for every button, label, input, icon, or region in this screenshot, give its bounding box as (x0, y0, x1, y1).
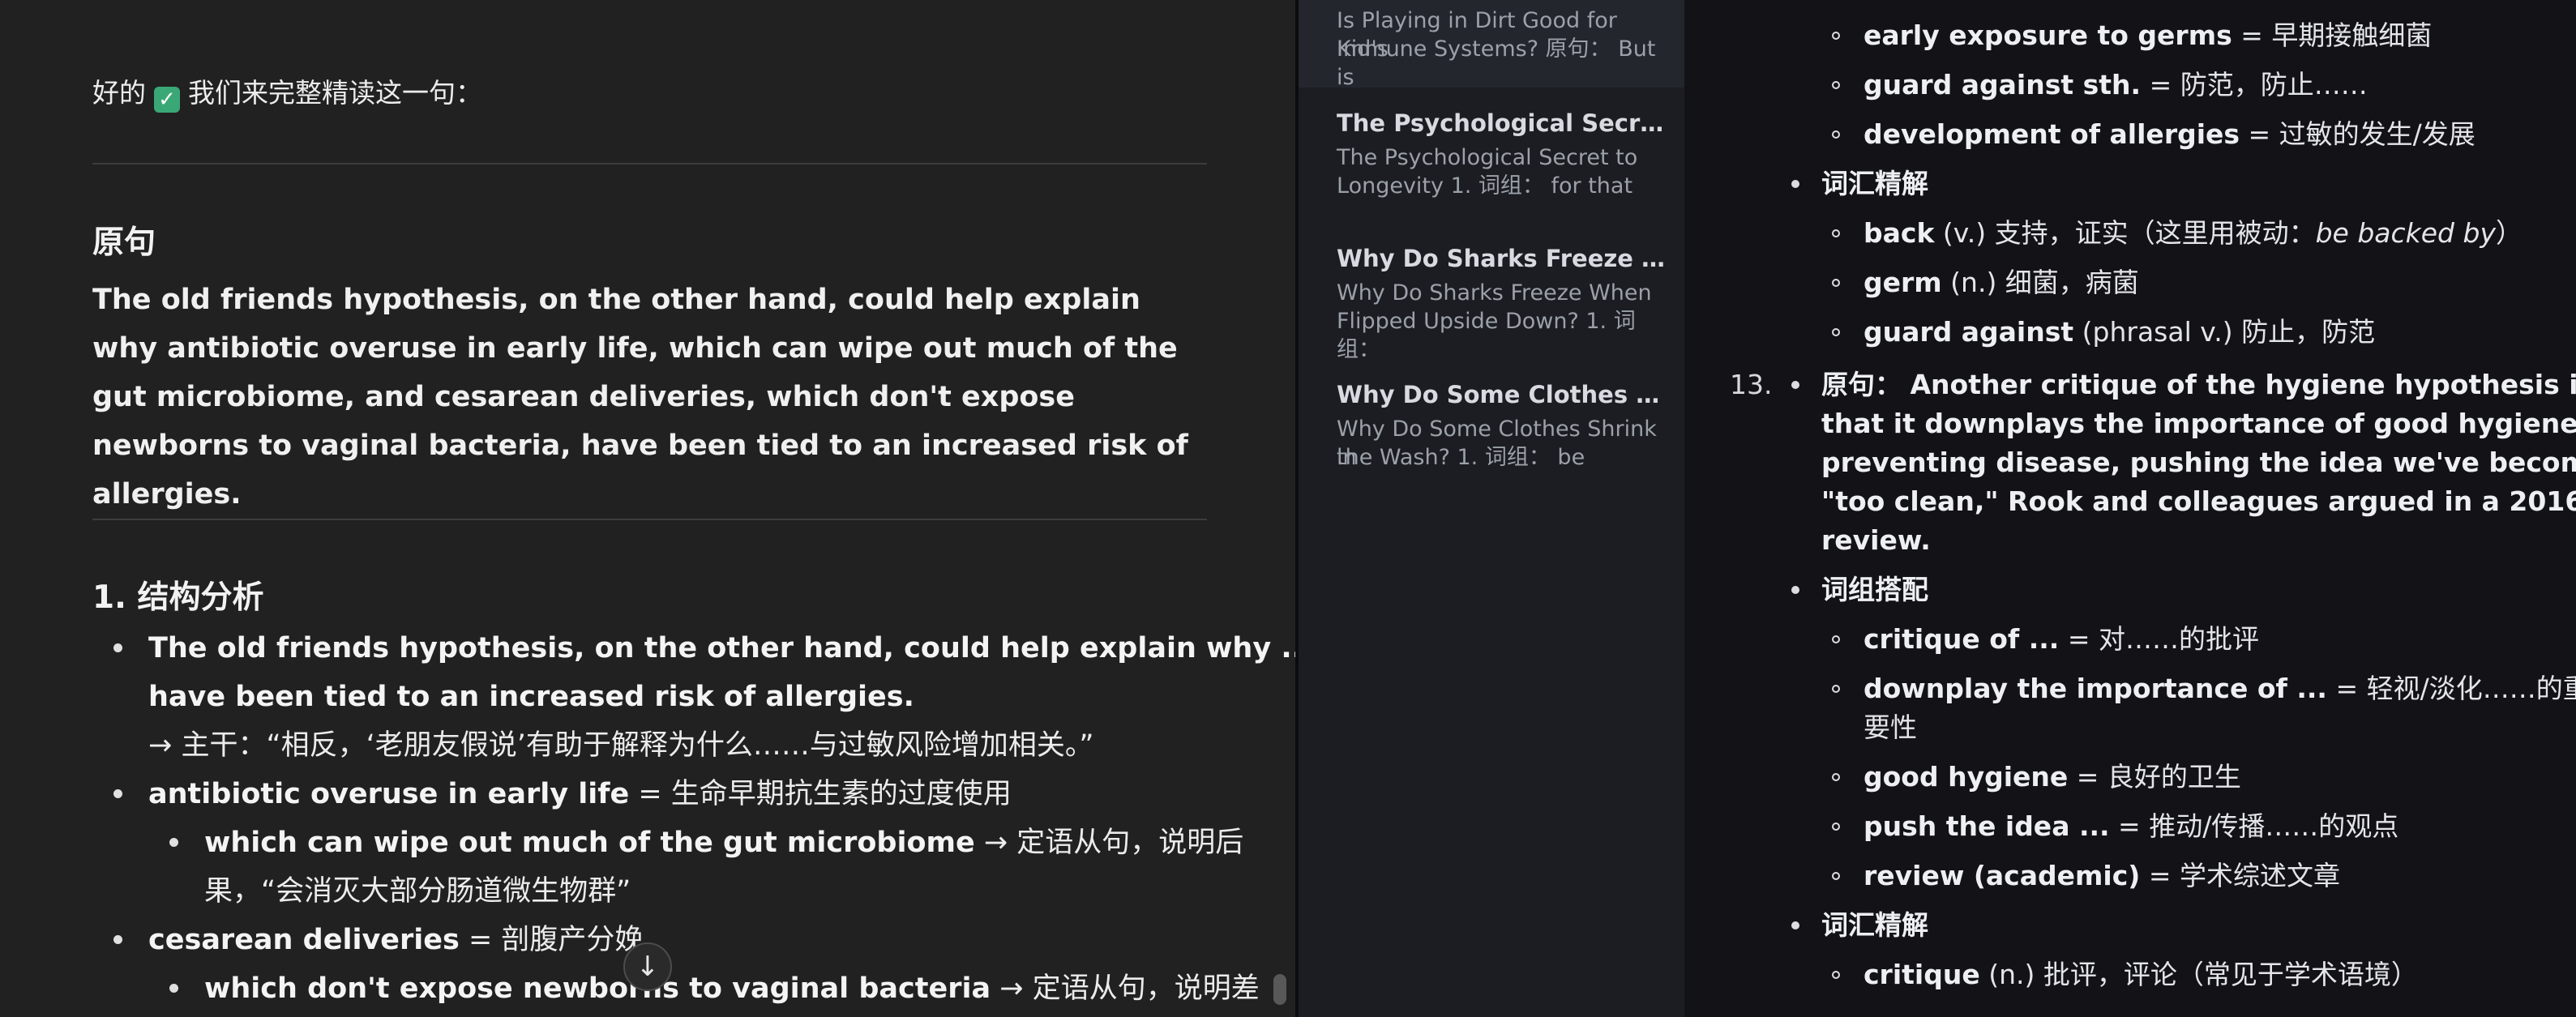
bullet-hollow (1832, 685, 1840, 693)
note-title: Why Do Some Clothes Shrink in the Wash? (1337, 381, 1674, 408)
bullet-hollow (1832, 635, 1840, 643)
phrase-item: downplay the importance of ... = 轻视/淡化……… (1864, 673, 2576, 704)
list-item-cont: 果，“会消灭大部分肠道微生物群” (204, 875, 631, 908)
original-line: "too clean," Rook and colleagues argued … (1821, 485, 2576, 517)
vocab-label: 词汇精解 (1821, 909, 1928, 941)
original-line: 原句： Another critique of the hygiene hypo… (1821, 369, 2576, 400)
bullet-hollow (1832, 229, 1840, 237)
phrase-item: push the idea ... = 推动/传播……的观点 (1864, 810, 2399, 842)
scroll-to-bottom-button[interactable]: ↓ (623, 942, 672, 991)
note-list-item[interactable]: Is Playing in Dirt Good for Kid's Immune… (1299, 0, 1684, 90)
note-snippet: The Psychological Secret to (1337, 145, 1638, 170)
bullet-hollow (1832, 279, 1840, 287)
bullet-hollow (1832, 328, 1840, 336)
list-item-note: → 主干：“相反，‘老朋友假说’有助于解释为什么……与过敏风险增加相关。” (148, 729, 1094, 762)
phrase-item: early exposure to germs = 早期接触细菌 (1864, 19, 2433, 51)
bullet (169, 984, 178, 993)
bullet (169, 838, 178, 847)
original-heading: 原句 (92, 224, 156, 261)
list-item: which don't expose newborns to vaginal b… (204, 972, 1260, 1005)
intro-line: 好的 ✓ 我们来完整精读这一句： (92, 71, 482, 113)
bullet-hollow (1832, 823, 1840, 831)
original-line: preventing disease, pushing the idea we'… (1821, 447, 2576, 478)
note-list-item[interactable]: Why Do Some Clothes Shrink in the Wash? … (1299, 366, 1684, 500)
bullet (1791, 381, 1799, 389)
note-snippet: Flipped Upside Down? 1. 词组： (1337, 309, 1636, 362)
note-list-item[interactable]: Why Do Sharks Freeze When Flipped Upside… (1299, 230, 1684, 364)
divider (92, 519, 1207, 520)
bullet-hollow (1832, 971, 1840, 979)
phrase-item: development of allergies = 过敏的发生/发展 (1864, 118, 2475, 150)
bullet (113, 935, 122, 944)
bullet-hollow (1832, 872, 1840, 880)
bullet (1791, 586, 1799, 594)
vocab-item: germ (n.) 细菌，病菌 (1864, 267, 2139, 298)
bullet (113, 789, 122, 798)
phrase-item-cont: 要性 (1864, 711, 1917, 743)
bullet-hollow (1832, 81, 1840, 89)
note-title: The Psychological Secret to Longevity (1337, 109, 1674, 137)
phrase-item: good hygiene = 良好的卫生 (1864, 761, 2241, 793)
vocab-item: critique (n.) 批评，评论（常见于学术语境） (1864, 959, 2418, 990)
chat-pane: 好的 ✓ 我们来完整精读这一句： 原句 The old friends hypoth… (0, 0, 1295, 1017)
original-line: that it downplays the importance of good… (1821, 408, 2576, 439)
list-number: 13. (1730, 369, 1773, 400)
vocab-label: 词汇精解 (1821, 168, 1928, 199)
note-snippet: the Wash? 1. 词组： be (1337, 445, 1585, 470)
check-mark-icon: ✓ (154, 87, 180, 113)
original-sentence: The old friends hypothesis, on the other… (92, 284, 1188, 511)
bullet-hollow (1832, 773, 1840, 781)
analysis-heading: 1. 结构分析 (92, 579, 264, 616)
phrase-item: critique of ... = 对……的批评 (1864, 623, 2259, 655)
bullet (1791, 180, 1799, 188)
note-list-item[interactable]: The Psychological Secret to Longevity Th… (1299, 93, 1684, 227)
vocab-item: guard against (phrasal v.) 防止，防范 (1864, 316, 2376, 348)
vocab-item: back (v.) 支持，证实（这里用被动：be backed by） (1864, 217, 2523, 249)
phrases-label: 词组搭配 (1821, 574, 1928, 605)
note-snippet: Why Do Sharks Freeze When (1337, 280, 1652, 306)
bullet (113, 643, 122, 652)
note-snippet: Longevity 1. 词组： for that (1337, 173, 1633, 199)
bullet (1791, 921, 1799, 929)
arrow-down-icon: ↓ (635, 951, 660, 983)
divider (92, 163, 1207, 165)
phrase-item: review (academic) = 学术综述文章 (1864, 860, 2341, 891)
note-title: Why Do Sharks Freeze When Flipped Upside… (1337, 245, 1674, 272)
phrase-item: guard against sth. = 防范，防止…… (1864, 69, 2368, 100)
notes-list-sidebar: Is Playing in Dirt Good for Kid's Immune… (1299, 0, 1684, 1017)
list-item-cont: have been tied to an increased risk of a… (148, 681, 914, 713)
list-item: which can wipe out much of the gut micro… (204, 827, 1244, 859)
bullet-hollow (1832, 130, 1840, 139)
note-snippet: Immune Systems? 原句： But is (1337, 36, 1656, 90)
list-item: cesarean deliveries = 剖腹产分娩 (148, 924, 644, 956)
list-item: The old friends hypothesis, on the other… (148, 632, 1295, 664)
intro-post: 我们来完整精读这一句： (188, 77, 482, 109)
list-item: antibiotic overuse in early life = 生命早期抗… (148, 778, 1012, 810)
bullet-hollow (1832, 32, 1840, 40)
intro-pre: 好的 (92, 77, 146, 109)
original-line: review. (1821, 524, 1931, 556)
note-content-pane: early exposure to germs = 早期接触细菌 guard a… (1684, 0, 2576, 1017)
scrollbar[interactable] (1273, 974, 1286, 1005)
